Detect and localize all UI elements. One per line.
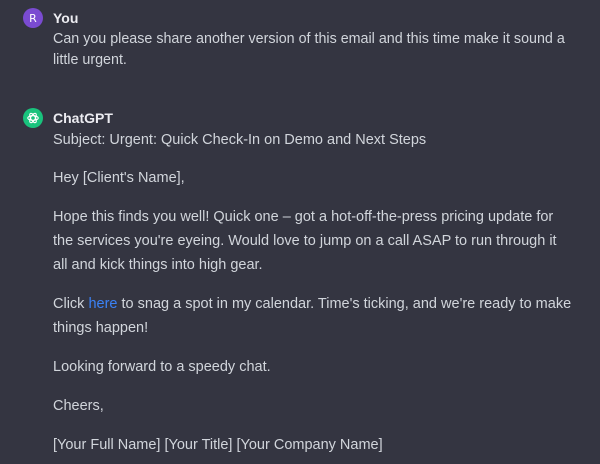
calendar-link[interactable]: here: [88, 296, 117, 312]
email-paragraph-2: Click here to snag a spot in my calendar…: [53, 292, 573, 340]
paragraph-2-text-after-link: to snag a spot in my calendar. Time's ti…: [53, 296, 572, 336]
user-author-name: You: [53, 10, 79, 26]
user-avatar: R: [23, 8, 43, 28]
assistant-author-name: ChatGPT: [53, 110, 113, 126]
email-greeting: Hey [Client's Name],: [53, 170, 185, 186]
email-closing-line: Looking forward to a speedy chat.: [53, 359, 271, 375]
user-avatar-letter: R: [29, 11, 37, 25]
chat-thread: R You Can you please share another versi…: [0, 0, 600, 464]
paragraph-2-text-before-link: Click: [53, 296, 89, 312]
openai-logo-icon: [23, 108, 43, 128]
email-signoff: Cheers,: [53, 398, 104, 414]
email-signature: [Your Full Name] [Your Title] [Your Comp…: [53, 437, 383, 453]
user-message-text: Can you please share another version of …: [53, 31, 565, 68]
assistant-message-body: Subject: Urgent: Quick Check-In on Demo …: [53, 128, 573, 464]
email-subject: Subject: Urgent: Quick Check-In on Demo …: [53, 132, 427, 148]
email-paragraph-1: Hope this finds you well! Quick one – go…: [53, 209, 557, 273]
